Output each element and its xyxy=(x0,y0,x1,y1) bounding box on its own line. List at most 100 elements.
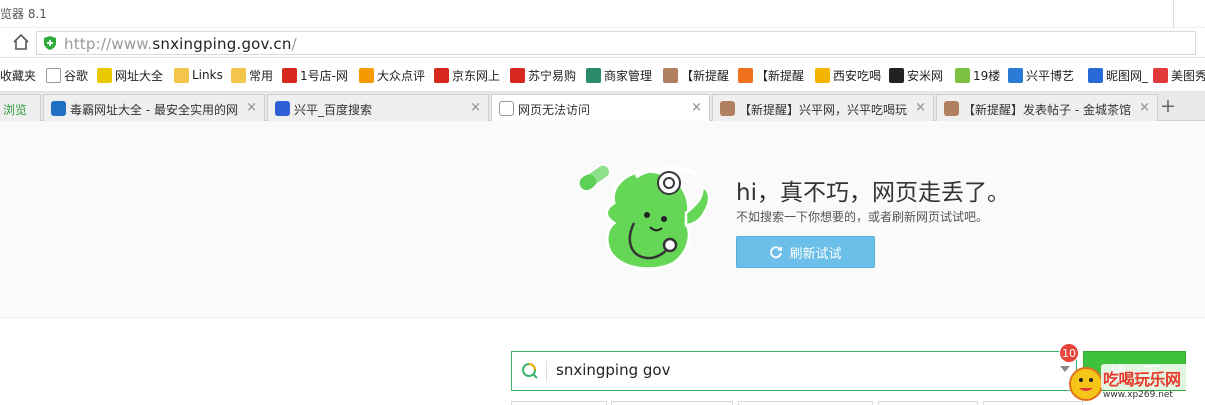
tab-label: 【新提醒】兴平网，兴平吃喝玩 xyxy=(739,103,908,117)
avatar-icon xyxy=(944,101,959,116)
bookmark-item[interactable]: 昵图网_ xyxy=(1088,66,1148,84)
bookmark-label: 1号店-网 xyxy=(300,68,348,83)
shortcut-tile[interactable] xyxy=(511,401,607,405)
bookmarks-bar: 收藏夹 谷歌 网址大全 Links 常用 1号店-网 大众点评 京东网上 苏宁易购 商家管理 【新提… xyxy=(0,59,1205,92)
bookmark-item[interactable]: 常用 xyxy=(231,66,273,84)
bookmark-item[interactable]: 西安吃喝 xyxy=(815,66,881,84)
close-icon[interactable]: × xyxy=(915,100,926,115)
doctor-mascot-icon xyxy=(578,163,711,271)
bookmark-label: 美图秀 xyxy=(1171,68,1205,83)
search-engine-logo-icon xyxy=(522,363,538,379)
bookmark-label: 京东网上 xyxy=(452,68,501,83)
url-suffix: / xyxy=(291,35,297,53)
bookmark-label: 【新提醒 xyxy=(681,68,730,83)
close-icon[interactable]: × xyxy=(691,100,702,115)
tab-label: 毒霸网址大全 - 最安全实用的网 xyxy=(70,103,238,117)
tab-item[interactable]: 兴平_百度搜索 × xyxy=(267,94,489,121)
bookmark-label: Links xyxy=(192,68,223,82)
nineteen-icon xyxy=(955,67,970,83)
bookmark-item[interactable]: 大众点评 xyxy=(359,66,425,84)
bookmark-item[interactable]: 安米网 xyxy=(889,66,943,84)
tab-item[interactable]: 【新提醒】兴平网，兴平吃喝玩 × xyxy=(712,94,934,121)
tab-label: 网页无法访问 xyxy=(518,103,591,117)
bookmark-label: 收藏夹 xyxy=(0,68,37,83)
tab-label: 浏览 xyxy=(3,103,28,117)
bookmark-label: 大众点评 xyxy=(377,68,426,83)
bookmark-item[interactable]: 【新提醒 xyxy=(738,66,804,84)
address-bar: http://www.snxingping.gov.cn/ xyxy=(0,28,1205,58)
new-tab-button[interactable]: + xyxy=(1160,95,1178,117)
avatar-icon xyxy=(720,101,735,116)
bookmark-label: 19楼 xyxy=(973,68,1001,83)
bookmark-item[interactable]: 兴平博艺 xyxy=(1008,66,1074,84)
tab-label: 兴平_百度搜索 xyxy=(294,103,373,117)
jd-icon xyxy=(434,67,449,83)
tab-item[interactable]: 毒霸网址大全 - 最安全实用的网 × xyxy=(43,94,265,121)
bookmark-item[interactable]: 【新提醒 xyxy=(663,66,729,84)
shortcut-tile[interactable] xyxy=(878,401,978,405)
bookmark-label: 谷歌 xyxy=(64,68,89,83)
anmi-icon xyxy=(889,67,904,83)
home-icon xyxy=(13,33,29,50)
bookmark-item[interactable]: 苏宁易购 xyxy=(510,66,576,84)
refresh-icon xyxy=(770,246,783,259)
bookmark-item[interactable]: 美图秀 xyxy=(1153,66,1205,84)
bookmark-item[interactable]: 网址大全 xyxy=(97,66,163,84)
tab-item[interactable]: 浏览 xyxy=(0,94,41,121)
tab-item[interactable]: 【新提醒】发表帖子 - 金城茶馆 × xyxy=(936,94,1158,121)
error-subtitle: 不如搜索一下你想要的，或者刷新网页试试吧。 xyxy=(736,210,989,224)
bookmark-label: 安米网 xyxy=(907,68,944,83)
bookmark-item[interactable]: 谷歌 xyxy=(46,66,88,84)
close-icon[interactable]: × xyxy=(246,100,257,115)
close-icon[interactable]: × xyxy=(470,100,481,115)
watermark-text: 吃喝玩乐网 xyxy=(1103,370,1181,389)
bookmark-label: 【新提醒 xyxy=(756,68,805,83)
bookmark-label: 昵图网_ xyxy=(1106,68,1149,83)
bookmark-label: 网址大全 xyxy=(115,68,164,83)
url-domain: snxingping.gov.cn xyxy=(152,35,292,53)
watermark-url: www.xp269.net xyxy=(1103,390,1173,400)
bookmark-item[interactable]: 19楼 xyxy=(955,66,1000,84)
window-edge xyxy=(1173,0,1205,28)
url-field[interactable]: http://www.snxingping.gov.cn/ xyxy=(36,31,1196,55)
security-shield-icon xyxy=(44,36,56,50)
error-title: hi，真不巧，网页走丢了。 xyxy=(736,180,1010,206)
bookmark-label: 常用 xyxy=(249,68,274,83)
dianping-icon xyxy=(359,67,374,83)
bookmark-label: 兴平博艺 xyxy=(1026,68,1075,83)
search-query: snxingping gov xyxy=(556,361,671,379)
tab-label: 【新提醒】发表帖子 - 金城茶馆 xyxy=(963,103,1131,117)
shield-icon xyxy=(1008,67,1023,83)
qrcode-icon xyxy=(586,67,601,83)
window-title-bar: 览器 8.1 xyxy=(0,0,1205,28)
shortcut-tile[interactable] xyxy=(738,401,873,405)
orange-badge-icon xyxy=(738,67,753,83)
close-icon[interactable]: × xyxy=(1139,100,1150,115)
page-icon xyxy=(46,67,61,83)
bookmark-item[interactable]: 收藏夹 xyxy=(0,66,36,84)
bookmark-item[interactable]: Links xyxy=(174,66,223,84)
tab-strip: + 浏览 毒霸网址大全 - 最安全实用的网 × 兴平_百度搜索 × 网页无法访问 × 【新提醒… xyxy=(0,92,1205,122)
url-text: http://www.snxingping.gov.cn/ xyxy=(64,35,297,53)
home-button[interactable] xyxy=(11,32,31,52)
bookmark-label: 西安吃喝 xyxy=(833,68,882,83)
url-prefix: http://www. xyxy=(64,35,153,53)
tab-item[interactable]: 网页无法访问 × xyxy=(491,94,710,122)
nipic-icon xyxy=(1088,67,1103,83)
folder-icon xyxy=(174,67,189,83)
page-icon xyxy=(499,101,514,116)
bookmark-label: 苏宁易购 xyxy=(528,68,577,83)
duba-icon xyxy=(51,101,66,116)
bookmark-item[interactable]: 商家管理 xyxy=(586,66,652,84)
search-input[interactable]: snxingping gov xyxy=(511,351,1077,391)
baidu-paw-icon xyxy=(275,101,290,116)
search-separator xyxy=(546,361,547,382)
bookmark-item[interactable]: 1号店-网 xyxy=(282,66,348,84)
shortcut-tile[interactable] xyxy=(611,401,733,405)
window-title: 览器 8.1 xyxy=(0,7,47,21)
yhd-icon xyxy=(282,67,297,83)
bookmark-item[interactable]: 京东网上 xyxy=(434,66,500,84)
refresh-label: 刷新试试 xyxy=(789,246,842,262)
meitu-icon xyxy=(1153,67,1168,83)
refresh-button[interactable]: 刷新试试 xyxy=(736,236,875,268)
